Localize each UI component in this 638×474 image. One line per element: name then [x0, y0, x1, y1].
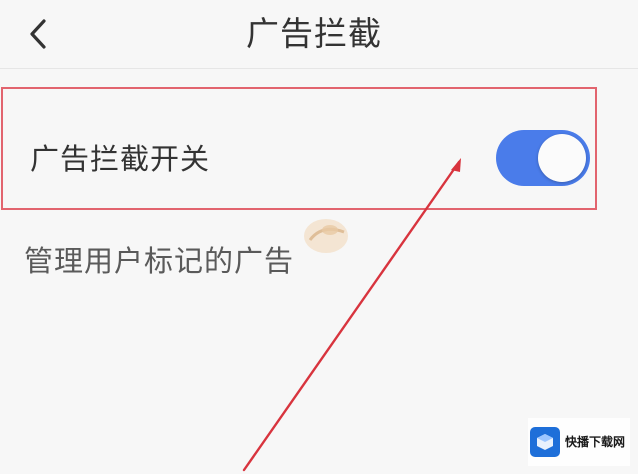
ad-block-toggle[interactable]	[496, 130, 590, 186]
header-divider	[0, 68, 638, 69]
page-title: 广告拦截	[246, 14, 382, 53]
watermark-logo-icon	[530, 427, 560, 457]
watermark: 快播下载网	[528, 418, 630, 466]
ad-block-switch-label: 广告拦截开关	[30, 142, 211, 176]
watermark-text: 快播下载网	[565, 435, 625, 449]
manage-marked-ads-link[interactable]: 管理用户标记的广告	[24, 242, 294, 280]
watermark-name: 快播下载网	[565, 435, 626, 449]
app-header: 广告拦截	[0, 0, 638, 68]
toggle-knob	[538, 134, 586, 182]
pointer-hand-icon	[304, 219, 348, 253]
